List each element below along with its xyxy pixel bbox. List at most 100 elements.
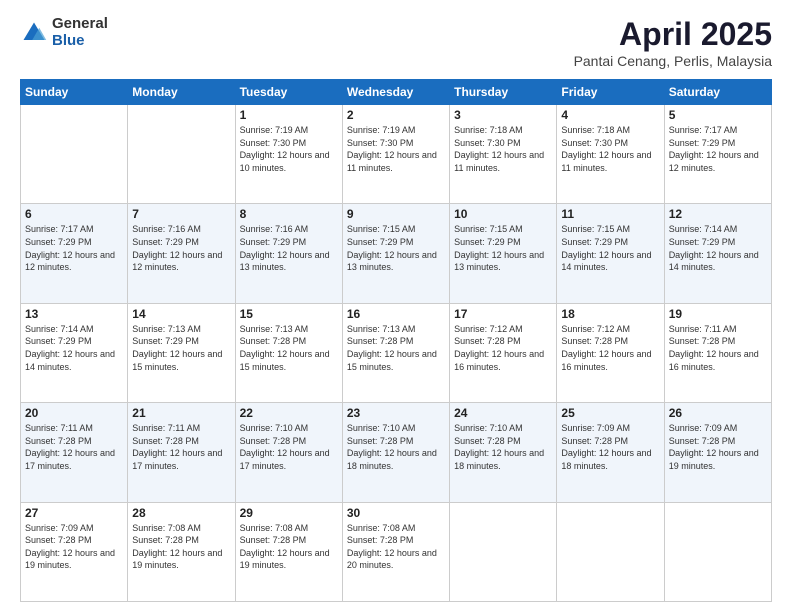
table-row xyxy=(664,502,771,601)
table-row: 9 Sunrise: 7:15 AMSunset: 7:29 PMDaylight… xyxy=(342,204,449,303)
day-number: 4 xyxy=(561,108,659,122)
logo-blue: Blue xyxy=(52,33,108,50)
day-number: 15 xyxy=(240,307,338,321)
day-number: 14 xyxy=(132,307,230,321)
day-info: Sunrise: 7:15 AMSunset: 7:29 PMDaylight:… xyxy=(561,223,659,273)
table-row: 11 Sunrise: 7:15 AMSunset: 7:29 PMDayligh… xyxy=(557,204,664,303)
day-info: Sunrise: 7:13 AMSunset: 7:28 PMDaylight:… xyxy=(240,323,338,373)
table-row xyxy=(128,105,235,204)
day-number: 29 xyxy=(240,506,338,520)
table-row: 23 Sunrise: 7:10 AMSunset: 7:28 PMDayligh… xyxy=(342,403,449,502)
day-number: 5 xyxy=(669,108,767,122)
day-info: Sunrise: 7:18 AMSunset: 7:30 PMDaylight:… xyxy=(454,124,552,174)
day-number: 7 xyxy=(132,207,230,221)
table-row: 7 Sunrise: 7:16 AMSunset: 7:29 PMDaylight… xyxy=(128,204,235,303)
logo-general: General xyxy=(52,16,108,33)
table-row xyxy=(450,502,557,601)
day-number: 2 xyxy=(347,108,445,122)
day-info: Sunrise: 7:15 AMSunset: 7:29 PMDaylight:… xyxy=(347,223,445,273)
calendar-week-4: 20 Sunrise: 7:11 AMSunset: 7:28 PMDayligh… xyxy=(21,403,772,502)
table-row: 1 Sunrise: 7:19 AMSunset: 7:30 PMDaylight… xyxy=(235,105,342,204)
day-info: Sunrise: 7:12 AMSunset: 7:28 PMDaylight:… xyxy=(454,323,552,373)
day-info: Sunrise: 7:16 AMSunset: 7:29 PMDaylight:… xyxy=(132,223,230,273)
day-info: Sunrise: 7:17 AMSunset: 7:29 PMDaylight:… xyxy=(669,124,767,174)
day-info: Sunrise: 7:16 AMSunset: 7:29 PMDaylight:… xyxy=(240,223,338,273)
day-info: Sunrise: 7:19 AMSunset: 7:30 PMDaylight:… xyxy=(240,124,338,174)
day-info: Sunrise: 7:08 AMSunset: 7:28 PMDaylight:… xyxy=(347,522,445,572)
table-row: 25 Sunrise: 7:09 AMSunset: 7:28 PMDayligh… xyxy=(557,403,664,502)
day-info: Sunrise: 7:13 AMSunset: 7:28 PMDaylight:… xyxy=(347,323,445,373)
day-number: 12 xyxy=(669,207,767,221)
day-number: 21 xyxy=(132,406,230,420)
day-info: Sunrise: 7:11 AMSunset: 7:28 PMDaylight:… xyxy=(669,323,767,373)
day-info: Sunrise: 7:08 AMSunset: 7:28 PMDaylight:… xyxy=(240,522,338,572)
title-block: April 2025 Pantai Cenang, Perlis, Malays… xyxy=(574,16,772,69)
logo-icon xyxy=(20,19,48,47)
table-row: 15 Sunrise: 7:13 AMSunset: 7:28 PMDayligh… xyxy=(235,303,342,402)
header-saturday: Saturday xyxy=(664,80,771,105)
day-info: Sunrise: 7:10 AMSunset: 7:28 PMDaylight:… xyxy=(240,422,338,472)
day-number: 6 xyxy=(25,207,123,221)
day-number: 24 xyxy=(454,406,552,420)
day-number: 8 xyxy=(240,207,338,221)
day-number: 23 xyxy=(347,406,445,420)
main-title: April 2025 xyxy=(574,16,772,53)
table-row: 10Sunrise: 7:15 AMSunset: 7:29 PMDayligh… xyxy=(450,204,557,303)
day-number: 17 xyxy=(454,307,552,321)
day-number: 22 xyxy=(240,406,338,420)
table-row xyxy=(21,105,128,204)
table-row: 16 Sunrise: 7:13 AMSunset: 7:28 PMDayligh… xyxy=(342,303,449,402)
header-sunday: Sunday xyxy=(21,80,128,105)
table-row: 26 Sunrise: 7:09 AMSunset: 7:28 PMDayligh… xyxy=(664,403,771,502)
day-info: Sunrise: 7:10 AMSunset: 7:28 PMDaylight:… xyxy=(347,422,445,472)
calendar-week-5: 27 Sunrise: 7:09 AMSunset: 7:28 PMDayligh… xyxy=(21,502,772,601)
day-info: Sunrise: 7:09 AMSunset: 7:28 PMDaylight:… xyxy=(25,522,123,572)
day-info: Sunrise: 7:11 AMSunset: 7:28 PMDaylight:… xyxy=(25,422,123,472)
header-thursday: Thursday xyxy=(450,80,557,105)
day-number: 9 xyxy=(347,207,445,221)
calendar-week-2: 6 Sunrise: 7:17 AMSunset: 7:29 PMDaylight… xyxy=(21,204,772,303)
page: General Blue April 2025 Pantai Cenang, P… xyxy=(0,0,792,612)
table-row: 28Sunrise: 7:08 AMSunset: 7:28 PMDayligh… xyxy=(128,502,235,601)
table-row: 6 Sunrise: 7:17 AMSunset: 7:29 PMDaylight… xyxy=(21,204,128,303)
day-info: Sunrise: 7:19 AMSunset: 7:30 PMDaylight:… xyxy=(347,124,445,174)
day-info: Sunrise: 7:18 AMSunset: 7:30 PMDaylight:… xyxy=(561,124,659,174)
table-row: 3Sunrise: 7:18 AMSunset: 7:30 PMDaylight… xyxy=(450,105,557,204)
day-info: Sunrise: 7:09 AMSunset: 7:28 PMDaylight:… xyxy=(561,422,659,472)
day-number: 19 xyxy=(669,307,767,321)
day-number: 27 xyxy=(25,506,123,520)
table-row: 4 Sunrise: 7:18 AMSunset: 7:30 PMDaylight… xyxy=(557,105,664,204)
logo: General Blue xyxy=(20,16,108,49)
table-row: 13 Sunrise: 7:14 AMSunset: 7:29 PMDayligh… xyxy=(21,303,128,402)
day-number: 25 xyxy=(561,406,659,420)
day-number: 16 xyxy=(347,307,445,321)
day-info: Sunrise: 7:10 AMSunset: 7:28 PMDaylight:… xyxy=(454,422,552,472)
day-number: 26 xyxy=(669,406,767,420)
day-info: Sunrise: 7:11 AMSunset: 7:28 PMDaylight:… xyxy=(132,422,230,472)
table-row: 19 Sunrise: 7:11 AMSunset: 7:28 PMDayligh… xyxy=(664,303,771,402)
day-info: Sunrise: 7:09 AMSunset: 7:28 PMDaylight:… xyxy=(669,422,767,472)
header-friday: Friday xyxy=(557,80,664,105)
day-info: Sunrise: 7:14 AMSunset: 7:29 PMDaylight:… xyxy=(669,223,767,273)
table-row: 12 Sunrise: 7:14 AMSunset: 7:29 PMDayligh… xyxy=(664,204,771,303)
day-number: 1 xyxy=(240,108,338,122)
day-info: Sunrise: 7:15 AMSunset: 7:29 PMDaylight:… xyxy=(454,223,552,273)
header-wednesday: Wednesday xyxy=(342,80,449,105)
subtitle: Pantai Cenang, Perlis, Malaysia xyxy=(574,53,772,69)
table-row: 24 Sunrise: 7:10 AMSunset: 7:28 PMDayligh… xyxy=(450,403,557,502)
day-number: 20 xyxy=(25,406,123,420)
day-number: 13 xyxy=(25,307,123,321)
day-number: 28 xyxy=(132,506,230,520)
table-row xyxy=(557,502,664,601)
day-info: Sunrise: 7:13 AMSunset: 7:29 PMDaylight:… xyxy=(132,323,230,373)
calendar-header-row: Sunday Monday Tuesday Wednesday Thursday… xyxy=(21,80,772,105)
logo-text: General Blue xyxy=(52,16,108,49)
header: General Blue April 2025 Pantai Cenang, P… xyxy=(20,16,772,69)
day-info: Sunrise: 7:17 AMSunset: 7:29 PMDaylight:… xyxy=(25,223,123,273)
table-row: 18Sunrise: 7:12 AMSunset: 7:28 PMDayligh… xyxy=(557,303,664,402)
table-row: 21 Sunrise: 7:11 AMSunset: 7:28 PMDayligh… xyxy=(128,403,235,502)
day-info: Sunrise: 7:14 AMSunset: 7:29 PMDaylight:… xyxy=(25,323,123,373)
calendar-week-3: 13 Sunrise: 7:14 AMSunset: 7:29 PMDayligh… xyxy=(21,303,772,402)
day-number: 11 xyxy=(561,207,659,221)
header-monday: Monday xyxy=(128,80,235,105)
